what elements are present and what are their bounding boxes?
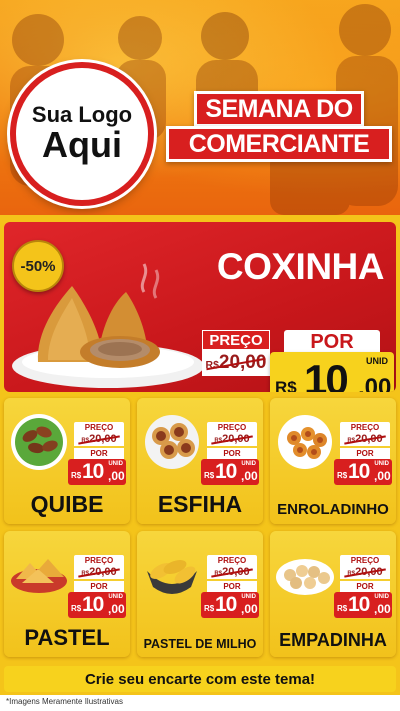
enroladinho-image	[278, 415, 332, 469]
product-card-empadinha[interactable]: PREÇO R$20,00 POR R$ 10 ,00 UNID EMPADIN…	[270, 531, 396, 657]
product-name: ESFIHA	[157, 491, 243, 517]
old-price-value-box: R$20,00	[74, 566, 124, 579]
new-price-cents: ,00	[374, 602, 391, 616]
featured-product-card[interactable]: -50% COXINHA PREÇO R$20,00 POR R$ 10 ,00…	[4, 222, 396, 392]
product-card-pastel-de-milho[interactable]: PREÇO R$20,00 POR R$ 10 ,00 UNID PASTEL …	[137, 531, 263, 657]
product-name: QUIBE	[30, 491, 104, 517]
old-price-label: PREÇO	[340, 422, 390, 433]
new-price-currency: R$	[71, 604, 82, 613]
unit-label: UNID	[366, 356, 388, 366]
new-price-currency: R$	[71, 471, 82, 480]
old-price-tag: PREÇO R$20,00	[340, 422, 390, 446]
product-card-quibe[interactable]: PREÇO R$20,00 POR R$ 10 ,00 UNID QUIBE	[4, 398, 130, 524]
discount-badge: -50%	[12, 240, 64, 292]
footer-bar: *Imagens Meramente Ilustrativas	[0, 695, 400, 711]
old-price-value-box: R$20,00	[202, 350, 270, 376]
new-price-cents: ,00	[108, 602, 125, 616]
new-price-integer: 10	[215, 593, 237, 616]
campaign-title-line2: COMERCIANTE	[166, 126, 392, 162]
product-card-esfiha[interactable]: PREÇO R$20,00 POR R$ 10 ,00 UNID ESFIHA	[137, 398, 263, 524]
new-price-cents: ,00	[241, 602, 258, 616]
old-price-tag: PREÇO R$20,00	[74, 555, 124, 579]
unit-label: UNID	[374, 594, 389, 600]
disclaimer-text: *Imagens Meramente Ilustrativas	[6, 697, 123, 706]
old-price-value-box: R$20,00	[207, 433, 257, 446]
por-label: POR	[207, 448, 257, 459]
old-price-tag: PREÇO R$20,00	[202, 330, 270, 376]
pastel-image	[11, 559, 67, 593]
unit-label: UNID	[241, 461, 256, 467]
new-price-tag: R$ 10 ,00 UNID	[68, 592, 126, 618]
unit-label: UNID	[374, 461, 389, 467]
old-price-label: PREÇO	[202, 330, 270, 350]
por-label: POR	[207, 581, 257, 592]
new-price-integer: 10	[348, 460, 370, 483]
por-label: POR	[340, 581, 390, 592]
old-price-value-box: R$20,00	[207, 566, 257, 579]
new-price-currency: R$	[275, 378, 297, 392]
new-price-cents: ,00	[374, 469, 391, 483]
unit-label: UNID	[108, 461, 123, 467]
por-label: POR	[284, 330, 380, 354]
cta-banner[interactable]: Crie seu encarte com este tema!	[4, 666, 396, 692]
new-price-integer: 10	[82, 460, 104, 483]
old-price-label: PREÇO	[74, 555, 124, 566]
logo-text-line2: Aqui	[42, 124, 122, 166]
old-price-label: PREÇO	[74, 422, 124, 433]
old-price-value-box: R$20,00	[340, 433, 390, 446]
product-card-enroladinho[interactable]: PREÇO R$20,00 POR R$ 10 ,00 UNID ENROLAD…	[270, 398, 396, 524]
old-price-tag: PREÇO R$20,00	[207, 555, 257, 579]
new-price-tag: R$ 10 ,00 UNID	[201, 592, 259, 618]
new-price-currency: R$	[337, 604, 348, 613]
product-name: PASTEL	[24, 625, 110, 650]
new-price-tag: R$ 10 ,00 UNID	[334, 459, 392, 485]
old-price-tag: PREÇO R$20,00	[207, 422, 257, 446]
unit-label: UNID	[108, 594, 123, 600]
old-price-label: PREÇO	[207, 422, 257, 433]
por-label: POR	[74, 448, 124, 459]
campaign-title-line1: SEMANA DO	[194, 91, 364, 127]
new-price-currency: R$	[337, 471, 348, 480]
new-price-currency: R$	[204, 471, 215, 480]
product-name: ENROLADINHO	[277, 501, 389, 518]
empadinha-image	[276, 559, 334, 595]
pastel-de-milho-image	[147, 560, 197, 594]
new-price-tag: R$ 10 ,00 UNID	[68, 459, 126, 485]
por-label: POR	[340, 448, 390, 459]
old-price-value-box: R$20,00	[74, 433, 124, 446]
quibe-image	[11, 414, 67, 470]
old-price-value-box: R$20,00	[340, 566, 390, 579]
new-price-integer: 10	[215, 460, 237, 483]
product-card-pastel[interactable]: PREÇO R$20,00 POR R$ 10 ,00 UNID PASTEL	[4, 531, 130, 657]
esfiha-image	[145, 415, 199, 469]
logo-text-line1: Sua Logo	[31, 102, 133, 128]
old-price-label: PREÇO	[340, 555, 390, 566]
old-price-label: PREÇO	[207, 555, 257, 566]
logo-placeholder[interactable]: Sua Logo Aqui	[10, 62, 154, 206]
por-label: POR	[74, 581, 124, 592]
unit-label: UNID	[241, 594, 256, 600]
new-price-tag: R$ 10 ,00 UNID	[201, 459, 259, 485]
new-price-cents: ,00	[108, 469, 125, 483]
old-price-tag: PREÇO R$20,00	[74, 422, 124, 446]
new-price-tag: R$ 10 ,00 UNID	[270, 352, 394, 392]
new-price-integer: 10	[348, 593, 370, 616]
new-price-cents: ,00	[241, 469, 258, 483]
new-price-integer: 10	[304, 356, 349, 392]
product-name: PASTEL DE MILHO	[143, 637, 257, 651]
old-price-tag: PREÇO R$20,00	[340, 555, 390, 579]
new-price-currency: R$	[204, 604, 215, 613]
new-price-cents: ,00	[358, 374, 392, 392]
new-price-integer: 10	[82, 593, 104, 616]
product-name: EMPADINHA	[279, 630, 387, 650]
header-banner: Sua Logo Aqui SEMANA DO COMERCIANTE	[0, 0, 400, 215]
new-price-tag: R$ 10 ,00 UNID	[334, 592, 392, 618]
featured-product-name: COXINHA	[216, 246, 385, 287]
